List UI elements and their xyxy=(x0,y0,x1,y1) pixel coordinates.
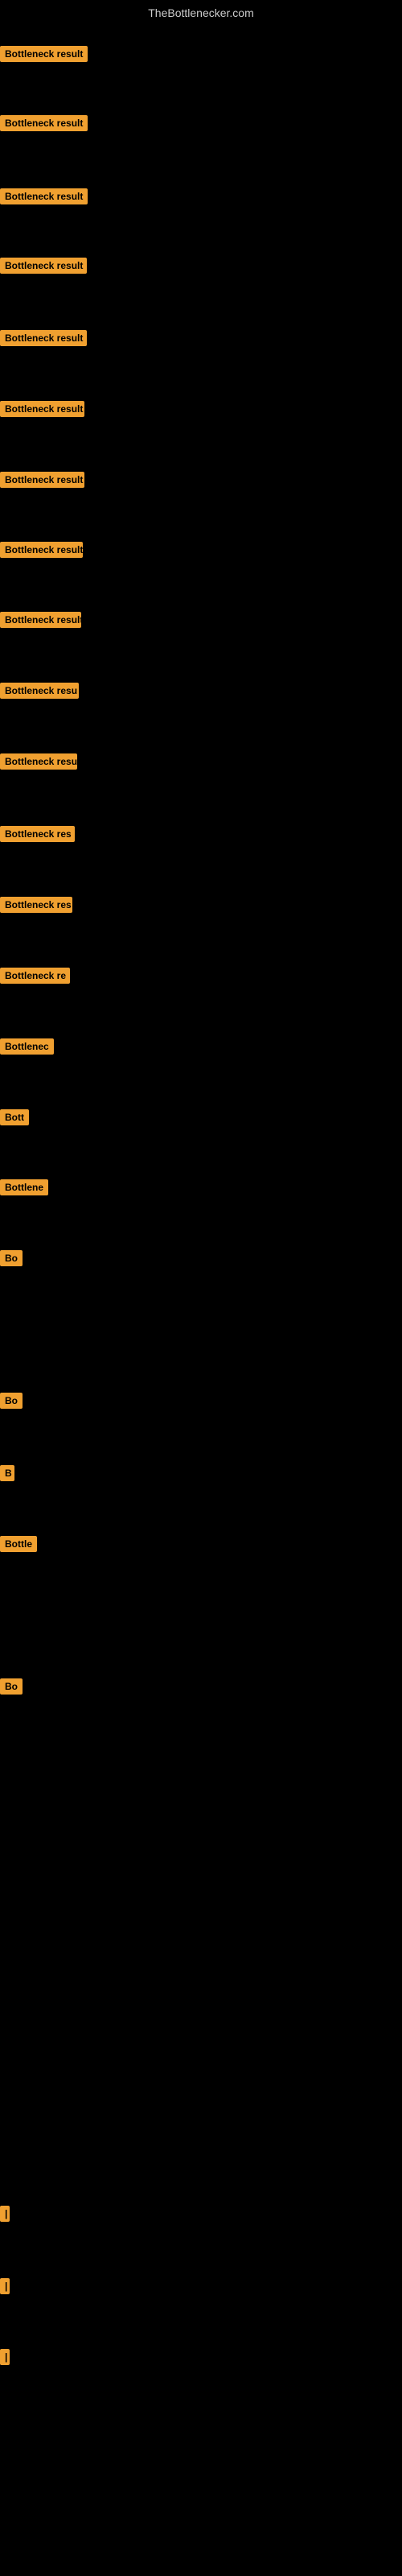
bottleneck-badge-row-6[interactable]: Bottleneck result xyxy=(0,401,84,421)
bottleneck-badge-13[interactable]: Bottleneck res xyxy=(0,897,72,913)
bottleneck-badge-7[interactable]: Bottleneck result xyxy=(0,472,84,488)
site-title: TheBottlenecker.com xyxy=(0,0,402,26)
bottleneck-badge-18[interactable]: Bo xyxy=(0,1250,23,1266)
bottleneck-badge-row-18[interactable]: Bo xyxy=(0,1250,23,1270)
bottleneck-badge-row-5[interactable]: Bottleneck result xyxy=(0,330,87,350)
bottleneck-badge-6[interactable]: Bottleneck result xyxy=(0,401,84,417)
bottleneck-badge-24[interactable]: | xyxy=(0,2278,10,2294)
bottleneck-badge-row-14[interactable]: Bottleneck re xyxy=(0,968,70,988)
bottleneck-badge-15[interactable]: Bottlenec xyxy=(0,1038,54,1055)
bottleneck-badge-row-25[interactable]: | xyxy=(0,2349,10,2369)
bottleneck-badge-row-20[interactable]: B xyxy=(0,1465,14,1485)
bottleneck-badge-21[interactable]: Bottle xyxy=(0,1536,37,1552)
bottleneck-badge-row-2[interactable]: Bottleneck result xyxy=(0,115,88,135)
bottleneck-badge-row-12[interactable]: Bottleneck res xyxy=(0,826,75,846)
bottleneck-badge-16[interactable]: Bott xyxy=(0,1109,29,1125)
bottleneck-badge-8[interactable]: Bottleneck result xyxy=(0,542,83,558)
bottleneck-badge-14[interactable]: Bottleneck re xyxy=(0,968,70,984)
bottleneck-badge-row-23[interactable]: | xyxy=(0,2206,10,2226)
bottleneck-badge-3[interactable]: Bottleneck result xyxy=(0,188,88,204)
bottleneck-badge-row-4[interactable]: Bottleneck result xyxy=(0,258,87,278)
bottleneck-badge-20[interactable]: B xyxy=(0,1465,14,1481)
bottleneck-badge-25[interactable]: | xyxy=(0,2349,10,2365)
bottleneck-badge-4[interactable]: Bottleneck result xyxy=(0,258,87,274)
bottleneck-badge-row-22[interactable]: Bo xyxy=(0,1678,23,1699)
bottleneck-badge-row-7[interactable]: Bottleneck result xyxy=(0,472,84,492)
bottleneck-badge-12[interactable]: Bottleneck res xyxy=(0,826,75,842)
bottleneck-badge-5[interactable]: Bottleneck result xyxy=(0,330,87,346)
bottleneck-badge-row-1[interactable]: Bottleneck result xyxy=(0,46,88,66)
bottleneck-badge-row-16[interactable]: Bott xyxy=(0,1109,29,1129)
bottleneck-badge-row-10[interactable]: Bottleneck resu xyxy=(0,683,79,703)
bottleneck-badge-9[interactable]: Bottleneck result xyxy=(0,612,81,628)
bottleneck-badge-23[interactable]: | xyxy=(0,2206,10,2222)
bottleneck-badge-row-17[interactable]: Bottlene xyxy=(0,1179,48,1199)
bottleneck-badge-row-15[interactable]: Bottlenec xyxy=(0,1038,54,1059)
bottleneck-badge-row-13[interactable]: Bottleneck res xyxy=(0,897,72,917)
bottleneck-badge-row-24[interactable]: | xyxy=(0,2278,10,2298)
bottleneck-badge-row-11[interactable]: Bottleneck resu xyxy=(0,753,77,774)
bottleneck-badge-row-19[interactable]: Bo xyxy=(0,1393,23,1413)
bottleneck-badge-1[interactable]: Bottleneck result xyxy=(0,46,88,62)
bottleneck-badge-row-9[interactable]: Bottleneck result xyxy=(0,612,81,632)
bottleneck-badge-row-8[interactable]: Bottleneck result xyxy=(0,542,83,562)
bottleneck-badge-19[interactable]: Bo xyxy=(0,1393,23,1409)
bottleneck-badge-11[interactable]: Bottleneck resu xyxy=(0,753,77,770)
bottleneck-badge-row-21[interactable]: Bottle xyxy=(0,1536,37,1556)
bottleneck-badge-17[interactable]: Bottlene xyxy=(0,1179,48,1195)
bottleneck-badge-row-3[interactable]: Bottleneck result xyxy=(0,188,88,208)
bottleneck-badge-2[interactable]: Bottleneck result xyxy=(0,115,88,131)
bottleneck-badge-10[interactable]: Bottleneck resu xyxy=(0,683,79,699)
bottleneck-badge-22[interactable]: Bo xyxy=(0,1678,23,1695)
